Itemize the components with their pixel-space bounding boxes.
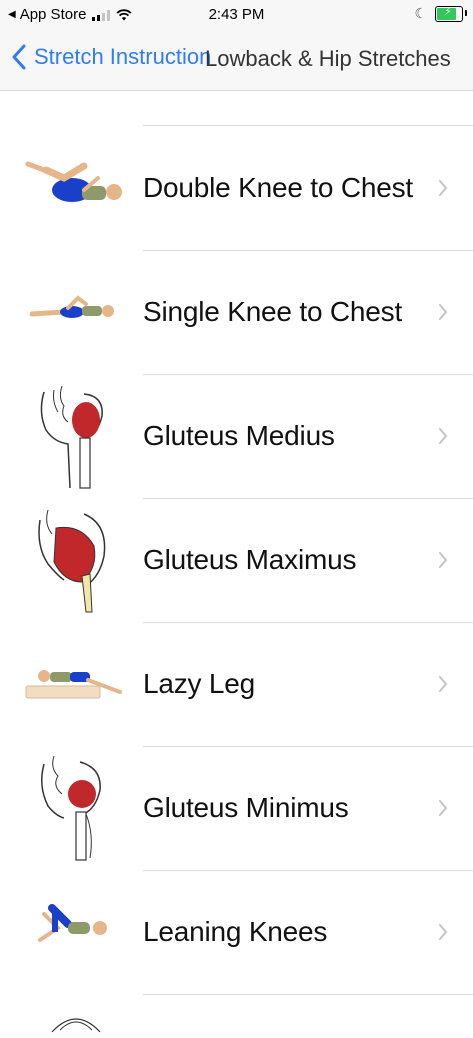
chevron-right-icon [439, 180, 448, 196]
gluteus-minimus-anatomy [41, 755, 101, 861]
chevron-left-icon [12, 44, 26, 70]
chevron-right-icon [439, 676, 448, 692]
list-item-label: Single Knee to Chest [143, 296, 403, 327]
back-button-label: Stretch Instruction [34, 44, 212, 69]
list-item-label: Gluteus Minimus [143, 792, 349, 823]
list-item-label: Lazy Leg [143, 668, 256, 699]
list-item-gluteus-minimus[interactable]: Gluteus Minimus [0, 746, 473, 871]
list-item-label: Double Knee to Chest [143, 172, 413, 203]
lazy-leg-figure [25, 670, 122, 699]
gluteus-maximus-anatomy [38, 509, 106, 613]
list-item-label: Gluteus Medius [143, 420, 335, 451]
list-item-double-knee-to-chest[interactable]: Double Knee to Chest [0, 126, 473, 251]
list-item-leaning-knees[interactable]: Leaning Knees [0, 870, 473, 995]
chevron-right-icon [439, 304, 448, 320]
status-time: 2:43 PM [208, 6, 265, 23]
list-item-partial[interactable] [0, 994, 473, 1034]
leaning-knees-figure [38, 904, 107, 942]
status-bar: ◀ App Store 2:43 PM ☾ ⚡ [0, 0, 473, 30]
navigation-bar: Stretch Instruction Lowback & Hip Stretc… [0, 30, 473, 91]
charging-bolt-icon: ⚡ [444, 5, 452, 18]
page-title: Lowback & Hip Stretches [205, 46, 451, 71]
list-item-label: Gluteus Maximus [143, 544, 357, 575]
chevron-right-icon [439, 924, 448, 940]
double-knee-to-chest-figure [25, 161, 122, 202]
battery-icon: ⚡ [435, 5, 467, 22]
chevron-right-icon [439, 552, 448, 568]
single-knee-to-chest-figure [29, 295, 114, 318]
list-item-single-knee-to-chest[interactable]: Single Knee to Chest [0, 250, 473, 375]
moon-icon: ☾ [414, 5, 427, 21]
stretch-list: Double Knee to Chest Single Knee to Ches… [0, 91, 473, 1034]
list-item-gluteus-maximus[interactable]: Gluteus Maximus [0, 498, 473, 623]
list-item-gluteus-medius[interactable]: Gluteus Medius [0, 374, 473, 499]
list-item-lazy-leg[interactable]: Lazy Leg [0, 622, 473, 747]
chevron-right-icon [439, 428, 448, 444]
chevron-right-icon [439, 800, 448, 816]
gluteus-medius-anatomy [40, 385, 103, 489]
list-item-label: Leaning Knees [143, 916, 328, 947]
partial-anatomy-figure [51, 1018, 101, 1033]
back-button[interactable]: Stretch Instruction [12, 44, 211, 70]
